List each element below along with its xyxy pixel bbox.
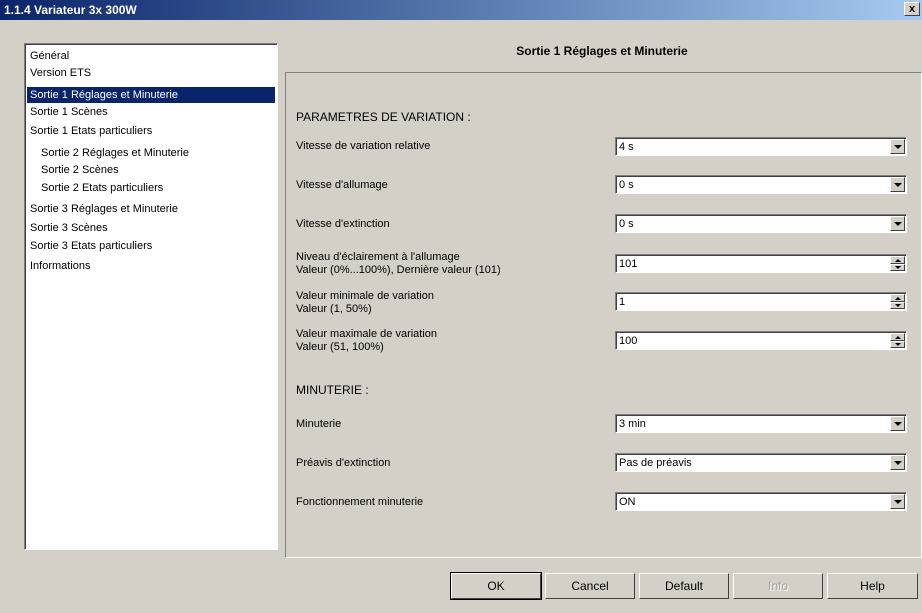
vitesse-extinction-dropdown[interactable]: 0 s (615, 214, 907, 233)
param-sublabel-valeur-min: Valeur (1, 50%) (296, 303, 372, 315)
nav-item-sortie1-scenes[interactable]: Sortie 1 Scènes (27, 104, 108, 120)
title-bar: 1.1.4 Variateur 3x 300W x (0, 0, 922, 20)
param-label-valeur-max: Valeur maximale de variation (296, 328, 438, 340)
panel-title: Sortie 1 Réglages et Minuterie (516, 44, 688, 58)
nav-item-sortie1-etats[interactable]: Sortie 1 Etats particuliers (27, 123, 152, 139)
valeur-max-value: 100 (619, 335, 638, 347)
chevron-down-icon[interactable] (890, 177, 905, 192)
fonctionnement-value: ON (619, 496, 636, 508)
vitesse-relative-dropdown[interactable]: 4 s (615, 137, 907, 156)
default-button[interactable]: Default (639, 573, 729, 599)
chevron-down-icon[interactable] (890, 455, 905, 470)
valeur-min-spinner[interactable]: 1 (615, 292, 907, 311)
nav-item-sortie3-scenes[interactable]: Sortie 3 Scènes (27, 220, 108, 236)
spinner-arrows-icon[interactable] (890, 333, 905, 348)
spin-down-icon[interactable] (890, 264, 905, 271)
nav-item-sortie2-reglages[interactable]: Sortie 2 Réglages et Minuterie (27, 145, 189, 161)
nav-item-sortie3-reglages[interactable]: Sortie 3 Réglages et Minuterie (27, 201, 178, 217)
section-variation-header: PARAMETRES DE VARIATION : (296, 110, 471, 124)
valeur-min-value: 1 (619, 296, 626, 308)
info-button: Info (733, 573, 823, 599)
param-label-valeur-min: Valeur minimale de variation (296, 290, 434, 302)
cancel-button[interactable]: Cancel (545, 573, 635, 599)
spinner-arrows-icon[interactable] (890, 256, 905, 271)
fonctionnement-dropdown[interactable]: ON (615, 492, 907, 511)
chevron-down-icon[interactable] (890, 139, 905, 154)
help-button[interactable]: Help (827, 573, 918, 599)
nav-item-sortie2-scenes[interactable]: Sortie 2 Scènes (27, 162, 119, 178)
niveau-allumage-value: 101 (619, 258, 638, 270)
nav-item-sortie2-etats[interactable]: Sortie 2 Etats particuliers (27, 180, 163, 196)
spin-down-icon[interactable] (890, 341, 905, 348)
param-sublabel-valeur-max: Valeur (51, 100%) (296, 341, 384, 353)
valeur-max-spinner[interactable]: 100 (615, 331, 907, 350)
ok-button[interactable]: OK (450, 572, 542, 600)
preavis-dropdown[interactable]: Pas de préavis (615, 453, 907, 472)
parameter-tree: Général Version ETS Sortie 1 Réglages et… (24, 43, 278, 550)
spin-down-icon[interactable] (890, 302, 905, 309)
spin-up-icon[interactable] (890, 256, 905, 264)
param-label-fonctionnement: Fonctionnement minuterie (296, 496, 424, 508)
section-minuterie-header: MINUTERIE : (296, 383, 369, 397)
param-label-vitesse-extinction: Vitesse d'extinction (296, 218, 390, 230)
niveau-allumage-spinner[interactable]: 101 (615, 254, 907, 273)
window-title: 1.1.4 Variateur 3x 300W (4, 3, 137, 17)
chevron-down-icon[interactable] (890, 216, 905, 231)
minuterie-dropdown[interactable]: 3 min (615, 414, 907, 433)
param-label-minuterie: Minuterie (296, 418, 342, 430)
param-sublabel-niveau-allumage: Valeur (0%...100%), Dernière valeur (101… (296, 264, 501, 276)
nav-item-version-ets[interactable]: Version ETS (27, 65, 91, 81)
spin-up-icon[interactable] (890, 333, 905, 341)
vitesse-allumage-value: 0 s (619, 179, 634, 191)
vitesse-allumage-dropdown[interactable]: 0 s (615, 175, 907, 194)
nav-item-informations[interactable]: Informations (27, 258, 91, 274)
spin-up-icon[interactable] (890, 294, 905, 302)
vitesse-extinction-value: 0 s (619, 218, 634, 230)
nav-item-sortie1-reglages[interactable]: Sortie 1 Réglages et Minuterie (27, 87, 275, 103)
nav-item-general[interactable]: Général (27, 48, 69, 64)
param-label-preavis: Préavis d'extinction (296, 457, 391, 469)
preavis-value: Pas de préavis (619, 457, 692, 469)
param-label-vitesse-relative: Vitesse de variation relative (296, 140, 431, 152)
spinner-arrows-icon[interactable] (890, 294, 905, 309)
vitesse-relative-value: 4 s (619, 141, 634, 153)
chevron-down-icon[interactable] (890, 494, 905, 509)
nav-item-sortie3-etats[interactable]: Sortie 3 Etats particuliers (27, 238, 152, 254)
chevron-down-icon[interactable] (890, 416, 905, 431)
param-label-niveau-allumage: Niveau d'éclairement à l'allumage (296, 251, 460, 263)
close-button[interactable]: x (904, 2, 920, 16)
param-label-vitesse-allumage: Vitesse d'allumage (296, 179, 388, 191)
minuterie-value: 3 min (619, 418, 646, 430)
